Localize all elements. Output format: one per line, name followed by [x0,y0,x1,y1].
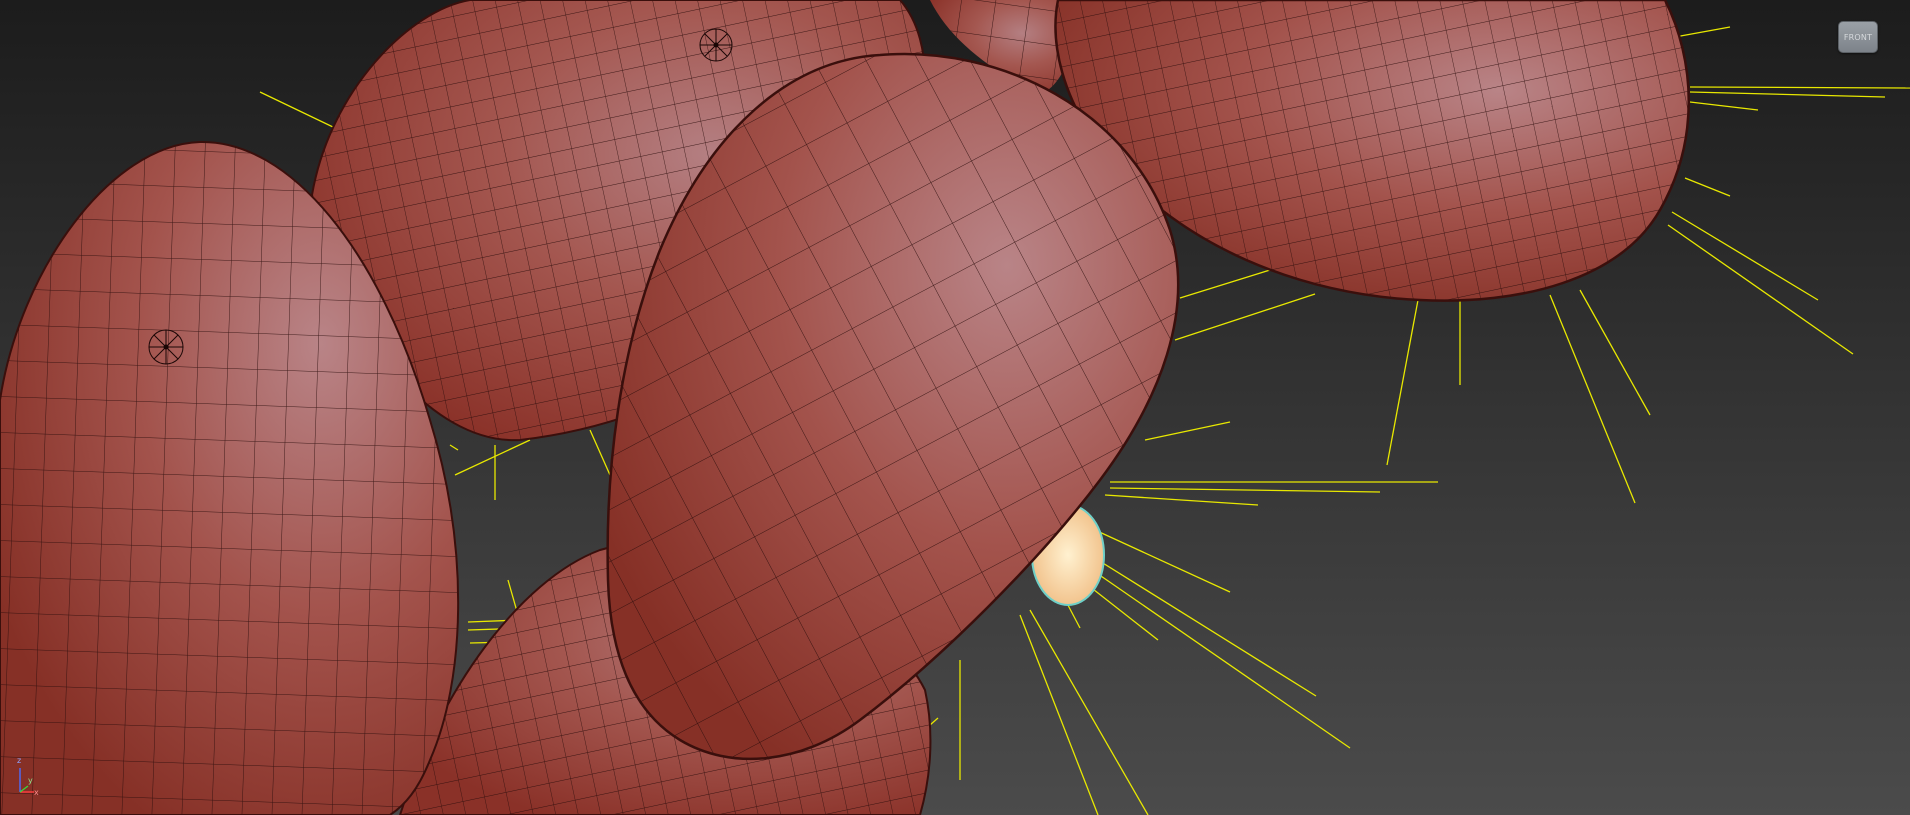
pivot-gizmo-icon[interactable] [699,28,733,62]
axis-x-label: x [34,788,39,797]
pivot-gizmo-icon[interactable] [148,329,184,365]
axis-y-label: y [28,776,33,785]
viewcube-icon[interactable]: FRONT [1838,21,1878,53]
3d-viewport[interactable]: FRONT z y x [0,0,1910,815]
scene-canvas[interactable] [0,0,1910,815]
viewcube-label: FRONT [1843,32,1873,42]
axis-z-label: z [17,756,22,765]
axis-tripod-icon: z y x [12,756,42,800]
